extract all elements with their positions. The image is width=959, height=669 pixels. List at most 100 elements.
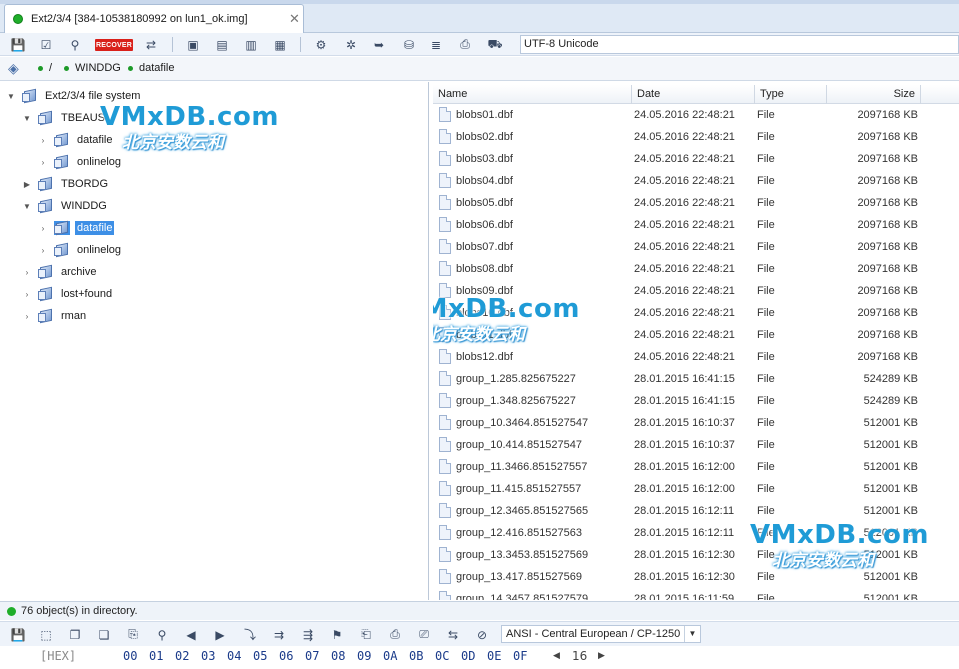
table-row[interactable]: blobs11.dbf 24.05.2016 22:48:21 File 209716… [433,324,959,346]
table-row[interactable]: blobs09.dbf 24.05.2016 22:48:21 File 209716… [433,280,959,302]
table-row[interactable]: blobs07.dbf 24.05.2016 22:48:21 File 209716… [433,236,959,258]
tree-node-tbeaus-onlinelog[interactable]: › onlinelog [38,153,123,171]
tree-node-lost-found[interactable]: › lost+found [22,285,114,303]
collapse-icon[interactable]: ▼ [22,202,32,211]
bookmark-icon[interactable]: ⇉ [270,626,288,643]
encoding-select[interactable]: ANSI - Central European / CP-1250 ▼ [501,625,701,643]
table-row[interactable]: blobs02.dbf 24.05.2016 22:48:21 File 209716… [433,126,959,148]
package-icon[interactable]: ⛟ [486,36,504,53]
table-row[interactable]: blobs12.dbf 24.05.2016 22:48:21 File 209716… [433,346,959,368]
table-row[interactable]: group_11.3466.851527557 28.01.2015 16:12:… [433,456,959,478]
table-row[interactable]: group_1.348.825675227 28.01.2015 16:41:15… [433,390,959,412]
table-row[interactable]: blobs04.dbf 24.05.2016 22:48:21 File 209716… [433,170,959,192]
breadcrumb-root[interactable]: / [38,62,52,74]
tree-node-tbordg[interactable]: ▶ TBORDG [22,175,110,193]
arrow-icon[interactable]: ➥ [370,36,388,53]
breadcrumb-sub[interactable]: datafile [128,62,174,74]
file-icon[interactable]: ⎙ [456,36,474,53]
save-icon[interactable]: 💾 [9,626,27,643]
column-header-type[interactable]: Type [755,85,827,104]
tree-node-rman[interactable]: › rman [22,307,88,325]
file-name: blobs03.dbf [456,153,513,165]
chevron-down-icon[interactable]: ▼ [684,626,700,642]
tree-node-winddg-onlinelog[interactable]: › onlinelog [38,241,123,259]
print-icon[interactable]: ⎙ [386,626,404,643]
table-row[interactable]: blobs06.dbf 24.05.2016 22:48:21 File 209716… [433,214,959,236]
expand-icon[interactable]: › [38,136,48,145]
expand-icon[interactable]: › [22,312,32,321]
right-arrow-icon[interactable]: ▶ [598,651,605,661]
settings-icon[interactable]: ✲ [342,36,360,53]
checklist-icon[interactable]: ☑ [37,36,55,53]
goto-icon[interactable]: ⤵ [241,626,259,643]
tree-node-winddg[interactable]: ▼ WINDDG [22,197,109,215]
file-name: group_11.3466.851527557 [456,461,588,473]
flag-icon[interactable]: ⚑ [328,626,346,643]
select-icon[interactable]: ⬚ [37,626,55,643]
table-row[interactable]: group_11.415.851527557 28.01.2015 16:12:0… [433,478,959,500]
file-icon [439,459,451,474]
file-date: 28.01.2015 16:12:00 [634,461,735,473]
column-header-date[interactable]: Date [632,85,755,104]
recover-button[interactable]: RECOVER [95,39,133,51]
export-icon[interactable]: ▥ [242,36,260,53]
tree-node-tbeaus-datafile[interactable]: › datafile [38,131,114,149]
print-setup-icon[interactable]: ⎚ [415,626,433,643]
save-icon[interactable]: 💾 [9,36,27,53]
expand-icon[interactable]: › [22,268,32,277]
tree-node-root[interactable]: ▼ Ext2/3/4 file system [6,87,142,105]
column-header-name[interactable]: Name [433,85,632,104]
swap-icon[interactable]: ⇆ [444,626,462,643]
no-edit-icon[interactable]: ⊘ [473,626,491,643]
paste-special-icon[interactable]: ⎘ [124,626,142,643]
table-icon[interactable]: ▦ [271,36,289,53]
table-row[interactable]: group_12.416.851527563 28.01.2015 16:12:1… [433,522,959,544]
copy-icon[interactable]: ❐ [66,626,84,643]
expand-icon[interactable]: › [38,158,48,167]
file-date: 24.05.2016 22:48:21 [634,219,735,231]
table-row[interactable]: blobs08.dbf 24.05.2016 22:48:21 File 209716… [433,258,959,280]
collapse-icon[interactable]: ▼ [22,114,32,123]
table-row[interactable]: group_1.285.825675227 28.01.2015 16:41:15… [433,368,959,390]
document-icon[interactable]: ≣ [427,36,445,53]
table-row[interactable]: blobs10.dbf 24.05.2016 22:48:21 File 209716… [433,302,959,324]
database-icon[interactable]: ⛁ [400,36,418,53]
table-row[interactable]: group_14.3457.851527579 28.01.2015 16:11:… [433,588,959,600]
tree-node-tbeaus[interactable]: ▼ TBEAUS [22,109,107,127]
file-icon [439,283,451,298]
merge-icon[interactable]: ▤ [213,36,231,53]
bookmark-next-icon[interactable]: ⇶ [299,626,317,643]
table-row[interactable]: group_13.3453.851527569 28.01.2015 16:12:… [433,544,959,566]
hex-width[interactable]: 16 [572,649,587,663]
table-row[interactable]: group_12.3465.851527565 28.01.2015 16:12:… [433,500,959,522]
expand-icon[interactable]: ▶ [22,180,32,189]
back-icon[interactable]: ◀ [182,626,200,643]
table-row[interactable]: blobs05.dbf 24.05.2016 22:48:21 File 209716… [433,192,959,214]
expand-icon[interactable]: › [38,246,48,255]
close-icon[interactable]: ✕ [289,11,300,27]
collapse-icon[interactable]: ▼ [6,92,16,101]
expand-icon[interactable]: › [38,224,48,233]
table-row[interactable]: group_10.3464.851527547 28.01.2015 16:10:… [433,412,959,434]
file-size: 512001 KB [863,439,918,451]
tree-node-archive[interactable]: › archive [22,263,98,281]
left-arrow-icon[interactable]: ◀ [553,651,560,661]
tree-node-winddg-datafile[interactable]: › datafile [38,219,115,237]
find-icon[interactable]: ⚲ [153,626,171,643]
paste-icon[interactable]: ❏ [95,626,113,643]
gear-icon[interactable]: ⚙ [312,36,330,53]
table-row[interactable]: blobs03.dbf 24.05.2016 22:48:21 File 209716… [433,148,959,170]
column-header-size[interactable]: Size [827,85,921,104]
table-row[interactable]: blobs01.dbf 24.05.2016 22:48:21 File 209716… [433,104,959,126]
export-icon[interactable]: ⎗ [357,626,375,643]
transfer-icon[interactable]: ⇄ [142,36,160,53]
copy-icon[interactable]: ▣ [184,36,202,53]
table-row[interactable]: group_13.417.851527569 28.01.2015 16:12:3… [433,566,959,588]
forward-icon[interactable]: ▶ [211,626,229,643]
binoculars-icon[interactable]: ⚲ [66,36,84,53]
encoding-field[interactable]: UTF-8 Unicode [520,35,959,54]
expand-icon[interactable]: › [22,290,32,299]
tab-document[interactable]: Ext2/3/4 [384-10538180992 on lun1_ok.img… [4,4,304,33]
breadcrumb-folder[interactable]: WINDDG [64,62,121,74]
table-row[interactable]: group_10.414.851527547 28.01.2015 16:10:3… [433,434,959,456]
